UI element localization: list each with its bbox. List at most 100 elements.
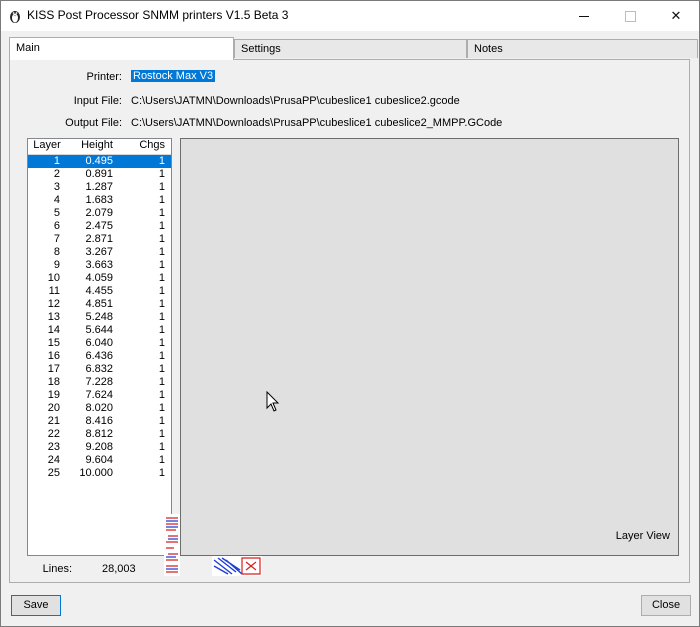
layer-number: 18 — [47, 376, 60, 388]
layer-changes: 1 — [158, 220, 165, 232]
lines-label: Lines: — [42, 563, 72, 575]
layer-height: 10.000 — [79, 467, 113, 479]
layer-row[interactable]: 13 5.248 1 — [28, 311, 171, 324]
layer-row[interactable]: 6 2.475 1 — [28, 220, 171, 233]
layer-number: 13 — [47, 311, 60, 323]
layer-number: 17 — [47, 363, 60, 375]
layer-height: 9.208 — [85, 441, 113, 453]
mouse-cursor-icon — [266, 391, 280, 412]
layer-changes: 1 — [158, 402, 165, 414]
close-window-button[interactable]: ✕ — [653, 1, 699, 31]
title-bar[interactable]: KISS Post Processor SNMM printers V1.5 B… — [1, 1, 699, 31]
layer-row[interactable]: 12 4.851 1 — [28, 298, 171, 311]
maximize-button[interactable] — [607, 1, 653, 31]
layer-height: 6.832 — [85, 363, 113, 375]
layer-row[interactable]: 25 10.000 1 — [28, 467, 171, 480]
layer-number: 15 — [47, 337, 60, 349]
layer-number: 12 — [47, 298, 60, 310]
layer-changes: 1 — [158, 207, 165, 219]
layer-row[interactable]: 24 9.604 1 — [28, 454, 171, 467]
layer-height: 1.287 — [85, 181, 113, 193]
tab-main[interactable]: Main — [9, 37, 234, 60]
layer-changes: 1 — [158, 246, 165, 258]
close-button[interactable]: Close — [641, 595, 691, 616]
minimize-button[interactable] — [561, 1, 607, 31]
preview-thumbnail-1 — [164, 514, 180, 576]
layer-row[interactable]: 8 3.267 1 — [28, 246, 171, 259]
layer-height: 4.851 — [85, 298, 113, 310]
layer-changes: 1 — [158, 311, 165, 323]
layer-number: 23 — [47, 441, 60, 453]
layer-changes: 1 — [158, 350, 165, 362]
layer-height: 4.455 — [85, 285, 113, 297]
layer-row[interactable]: 19 7.624 1 — [28, 389, 171, 402]
layer-height: 8.020 — [85, 402, 113, 414]
app-penguin-icon — [10, 11, 20, 23]
layer-row[interactable]: 22 8.812 1 — [28, 428, 171, 441]
layer-changes: 1 — [158, 376, 165, 388]
layer-row[interactable]: 9 3.663 1 — [28, 259, 171, 272]
window-title: KISS Post Processor SNMM printers V1.5 B… — [27, 8, 289, 22]
preview-thumbnail-2 — [212, 556, 262, 576]
save-button[interactable]: Save — [11, 595, 61, 616]
layer-height: 3.663 — [85, 259, 113, 271]
layer-height: 2.871 — [85, 233, 113, 245]
layer-number: 9 — [53, 259, 60, 271]
layer-list-header: Layer Height Chgs — [28, 139, 171, 155]
layer-height: 1.683 — [85, 194, 113, 206]
output-file-label: Output File: — [65, 117, 122, 129]
layer-height: 0.891 — [85, 168, 113, 180]
layer-number: 19 — [47, 389, 60, 401]
layer-number: 24 — [47, 454, 60, 466]
input-file-value: C:\Users\JATMN\Downloads\PrusaPP\cubesli… — [131, 95, 460, 107]
layer-number: 25 — [47, 467, 60, 479]
tab-bar: Main Settings Notes — [9, 37, 698, 60]
layer-number: 2 — [53, 168, 60, 180]
layer-number: 4 — [53, 194, 60, 206]
layer-height: 9.604 — [85, 454, 113, 466]
layer-row[interactable]: 5 2.079 1 — [28, 207, 171, 220]
layer-changes: 1 — [158, 285, 165, 297]
layer-row[interactable]: 18 7.228 1 — [28, 376, 171, 389]
layer-row[interactable]: 10 4.059 1 — [28, 272, 171, 285]
tab-settings[interactable]: Settings — [234, 39, 467, 58]
layer-changes: 1 — [158, 324, 165, 336]
layer-height: 4.059 — [85, 272, 113, 284]
layer-row[interactable]: 7 2.871 1 — [28, 233, 171, 246]
header-height[interactable]: Height — [66, 139, 128, 154]
layer-number: 10 — [47, 272, 60, 284]
layer-number: 16 — [47, 350, 60, 362]
printer-value[interactable]: Rostock Max V3 — [131, 70, 216, 82]
layer-changes: 1 — [158, 168, 165, 180]
close-icon: ✕ — [670, 8, 682, 23]
layer-changes: 1 — [158, 233, 165, 245]
layer-height: 5.644 — [85, 324, 113, 336]
layer-view[interactable]: Layer View — [180, 138, 679, 556]
layer-row[interactable]: 2 0.891 1 — [28, 168, 171, 181]
app-window: KISS Post Processor SNMM printers V1.5 B… — [0, 0, 700, 627]
layer-row[interactable]: 23 9.208 1 — [28, 441, 171, 454]
layer-height: 6.436 — [85, 350, 113, 362]
header-chgs[interactable]: Chgs — [128, 139, 171, 154]
layer-row[interactable]: 15 6.040 1 — [28, 337, 171, 350]
layer-number: 5 — [53, 207, 60, 219]
layer-row[interactable]: 17 6.832 1 — [28, 363, 171, 376]
layer-row[interactable]: 20 8.020 1 — [28, 402, 171, 415]
layer-row[interactable]: 4 1.683 1 — [28, 194, 171, 207]
layer-row[interactable]: 21 8.416 1 — [28, 415, 171, 428]
layer-height: 8.416 — [85, 415, 113, 427]
maximize-icon — [624, 10, 636, 22]
layer-changes: 1 — [158, 467, 165, 479]
layer-height: 7.624 — [85, 389, 113, 401]
layer-row[interactable]: 11 4.455 1 — [28, 285, 171, 298]
layer-row[interactable]: 3 1.287 1 — [28, 181, 171, 194]
layer-changes: 1 — [158, 389, 165, 401]
layer-row[interactable]: 16 6.436 1 — [28, 350, 171, 363]
header-layer[interactable]: Layer — [28, 139, 66, 154]
tab-notes[interactable]: Notes — [467, 39, 698, 58]
layer-list[interactable]: Layer Height Chgs 1 0.495 1 2 0.891 1 3 1.287 1 4… — [27, 138, 172, 556]
layer-height: 6.040 — [85, 337, 113, 349]
layer-row[interactable]: 1 0.495 1 — [28, 155, 171, 168]
layer-height: 8.812 — [85, 428, 113, 440]
layer-row[interactable]: 14 5.644 1 — [28, 324, 171, 337]
